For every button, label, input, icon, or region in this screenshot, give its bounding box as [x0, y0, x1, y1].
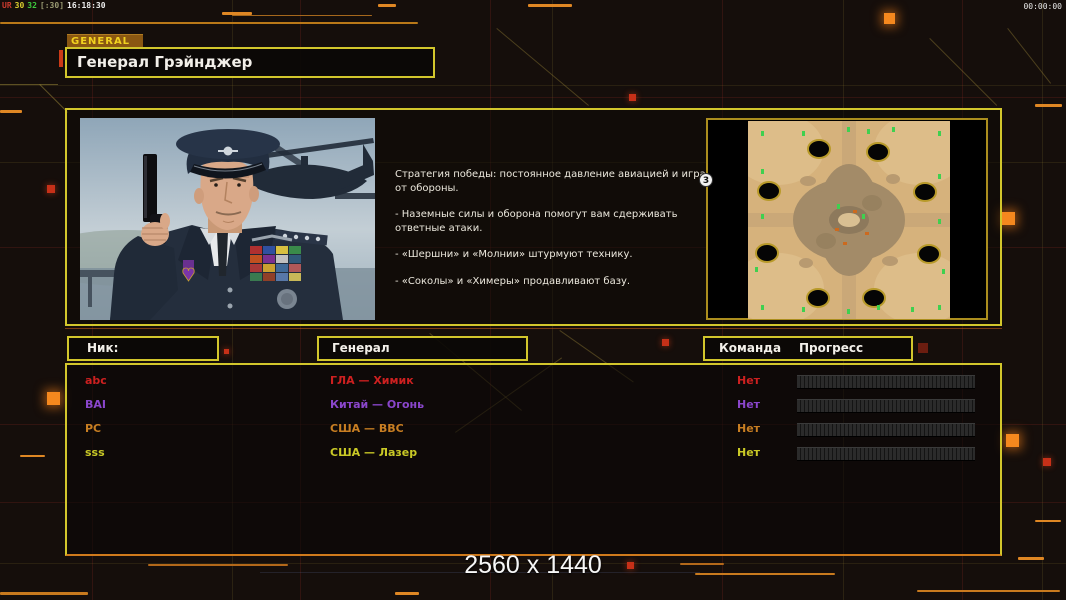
player-team: Нет — [737, 370, 760, 392]
map-terrain-image — [748, 121, 950, 319]
player-team: Нет — [737, 418, 760, 440]
column-header-progress: Прогресс — [799, 338, 863, 359]
column-header-team-progress: Команда Прогресс — [703, 336, 913, 361]
player-general: ГЛА — Химик — [330, 370, 414, 392]
player-row: sss США — Лазер Нет — [67, 442, 1000, 464]
stats-segment: 16:18:30 — [67, 1, 106, 10]
panel-underline — [65, 328, 1002, 329]
column-header-general: Генерал — [317, 336, 528, 361]
column-header-team: Команда — [719, 338, 781, 359]
player-team: Нет — [737, 394, 760, 416]
match-timer: 00:00:00 — [1023, 2, 1062, 11]
player-general: США — Лазер — [330, 442, 417, 464]
player-list: abc ГЛА — Химик Нет BAI Китай — Огонь Не… — [65, 363, 1002, 556]
player-general: США — ВВС — [330, 418, 404, 440]
general-name-box: Генерал Грэйнджер — [65, 47, 435, 78]
player-nick: BAI — [85, 394, 106, 416]
player-row: PC США — ВВС Нет — [67, 418, 1000, 440]
player-nick: sss — [85, 442, 105, 464]
player-progress-bar — [797, 423, 975, 437]
briefing-paragraph: Стратегия победы: постоянное давление ав… — [395, 168, 707, 195]
player-row: abc ГЛА — Химик Нет — [67, 370, 1000, 392]
player-row: BAI Китай — Огонь Нет — [67, 394, 1000, 416]
player-nick: PC — [85, 418, 101, 440]
briefing-paragraph: - «Соколы» и «Химеры» продавливают базу. — [395, 275, 707, 289]
stats-segment: UR — [2, 1, 12, 10]
player-progress-bar — [797, 447, 975, 461]
briefing-text: Стратегия победы: постоянное давление ав… — [395, 168, 707, 301]
game-loading-screen: UR3032[:30]16:18:30 00:00:00 GENERAL Ген… — [0, 0, 1066, 600]
general-portrait-image — [80, 118, 375, 320]
player-general: Китай — Огонь — [330, 394, 424, 416]
general-tab-label: GENERAL — [67, 34, 143, 48]
player-nick: abc — [85, 370, 107, 392]
briefing-paragraph: - «Шершни» и «Молнии» штурмуют технику. — [395, 248, 707, 262]
column-header-nick: Ник: — [67, 336, 219, 361]
player-progress-bar — [797, 375, 975, 389]
map-preview — [706, 118, 988, 320]
stats-segment: 30 — [15, 1, 25, 10]
fps-stats-overlay: UR3032[:30]16:18:30 — [2, 1, 109, 10]
stats-segment: 32 — [27, 1, 37, 10]
map-start-marker: 3 — [699, 173, 713, 187]
player-team: Нет — [737, 442, 760, 464]
name-box-accent — [59, 50, 63, 67]
resolution-label: 2560 x 1440 — [0, 551, 1066, 580]
player-progress-bar — [797, 399, 975, 413]
stats-segment: [:30] — [40, 1, 64, 10]
general-info-panel: Стратегия победы: постоянное давление ав… — [65, 108, 1002, 326]
briefing-paragraph: - Наземные силы и оборона помогут вам сд… — [395, 208, 707, 235]
